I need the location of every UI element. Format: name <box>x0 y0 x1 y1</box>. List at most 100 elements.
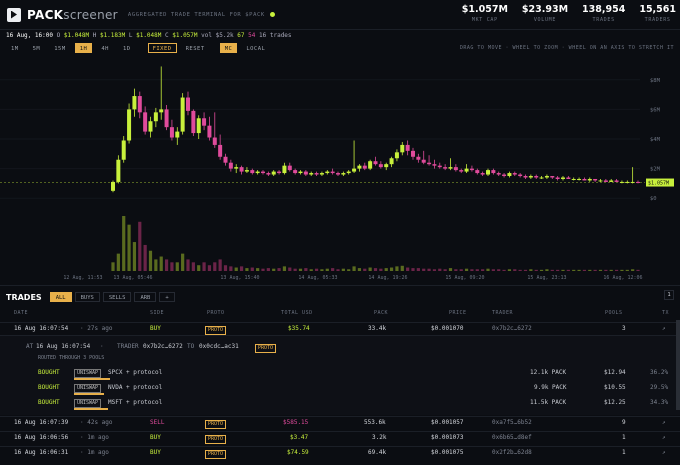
volume-bar <box>148 250 153 271</box>
candle-body <box>411 150 415 157</box>
table-header: DATE SIDE PROTO TOTAL USD PACK PRICE TRA… <box>14 310 670 316</box>
interval-4h-button[interactable]: 4H <box>96 43 114 53</box>
volume-bar <box>572 269 576 271</box>
ohlc-readout: 16 Aug, 16:00 O $1.048M H $1.183M L $1.0… <box>6 32 292 39</box>
volume-bar <box>363 268 367 271</box>
candle-body <box>341 173 346 175</box>
candle-body <box>373 161 378 165</box>
candle-body <box>593 178 598 181</box>
table-row[interactable]: 16 Aug 16:07:39 · 42s ago SELL PROTO $585… <box>0 416 680 429</box>
reset-button[interactable]: RESET <box>181 43 210 53</box>
candle-body <box>437 165 442 168</box>
tab-buys[interactable]: BUYS <box>74 292 100 302</box>
y-tick-label: $4M <box>650 137 661 143</box>
volume-bar <box>341 268 345 271</box>
interval-1m-button[interactable]: 1M <box>6 43 24 53</box>
candle-body <box>453 167 458 171</box>
tab-all[interactable]: ALL <box>49 292 72 302</box>
candle-body <box>309 173 314 175</box>
volume-bar <box>282 266 287 271</box>
x-tick-label: 14 Aug, 19:26 <box>368 275 407 281</box>
candle-body <box>207 125 212 138</box>
volume-bar <box>164 259 169 271</box>
candle-body <box>175 131 180 138</box>
proto-badge: PROTO <box>205 450 227 459</box>
volume-bar <box>159 256 163 271</box>
table-row[interactable]: 16 Aug 16:06:31 · 1m ago BUY PROTO $74.59… <box>0 446 680 459</box>
candle-body <box>512 173 517 175</box>
candle-body <box>566 177 571 179</box>
stat-traders: 15,561 TRADERS <box>639 4 676 23</box>
interval-15m-button[interactable]: 15M <box>49 43 70 53</box>
volume-bar <box>213 262 217 271</box>
volume-bar <box>481 269 485 271</box>
volume-bar <box>127 224 131 271</box>
volume-bar <box>502 269 506 271</box>
volume-bar <box>416 268 420 271</box>
tab-arb[interactable]: ARB <box>134 292 157 302</box>
volume-bar <box>577 269 581 271</box>
volume-bar <box>170 262 174 271</box>
interval-1h-button[interactable]: 1H <box>74 43 93 53</box>
candle-body <box>314 173 319 175</box>
brand[interactable]: PACKscreener <box>27 8 118 22</box>
candle-body <box>448 167 453 169</box>
candle-body <box>298 171 303 174</box>
trades-header: TRADES ALL BUYS SELLS ARB + 1 <box>0 290 680 304</box>
tab-sells[interactable]: SELLS <box>102 292 132 302</box>
candle-body <box>218 144 223 157</box>
volume-bar <box>566 269 570 271</box>
proto-badge: PROTO <box>205 435 227 444</box>
volume-bar <box>593 269 597 271</box>
mc-toggle[interactable]: MC <box>219 43 238 53</box>
candle-body <box>603 180 608 182</box>
candle-body <box>464 168 469 172</box>
tx-link-icon: ↗ <box>662 434 666 441</box>
volume-bar <box>620 269 624 271</box>
candle-body <box>561 177 565 179</box>
interval-1d-button[interactable]: 1D <box>118 43 136 53</box>
table-row[interactable]: 16 Aug 16:06:56 · 1m ago BUY PROTO $3.47 … <box>0 431 680 444</box>
add-tab-button[interactable]: + <box>159 292 175 302</box>
candle-body <box>528 176 533 178</box>
candle-body <box>555 177 560 179</box>
volume-bar <box>352 266 356 271</box>
candle-body <box>250 170 255 174</box>
volume-bar <box>229 266 233 271</box>
candle-body <box>571 178 576 180</box>
candle-body <box>293 170 298 174</box>
fixed-button[interactable]: FIXED <box>147 43 177 53</box>
volume-bar <box>518 269 522 271</box>
volume-bar <box>368 267 372 271</box>
volume-bar <box>464 268 469 271</box>
divider <box>0 285 680 286</box>
candle-body <box>469 168 474 171</box>
candle-body <box>277 171 282 174</box>
candle-body <box>261 171 265 174</box>
volume-bar <box>529 269 533 271</box>
candle-body <box>116 159 121 182</box>
x-tick-label: 12 Aug, 11:53 <box>63 275 102 281</box>
candle-body <box>325 171 330 174</box>
local-toggle[interactable]: LOCAL <box>241 43 270 53</box>
volume-bar <box>143 244 147 271</box>
page-indicator[interactable]: 1 <box>664 290 674 300</box>
scrollbar[interactable] <box>676 320 680 410</box>
table-row[interactable]: 16 Aug 16:07:54 · 27s ago BUY PROTO $35.7… <box>0 322 680 335</box>
volume-bar <box>331 268 335 271</box>
volume-bar <box>395 266 399 271</box>
candle-body <box>271 171 276 175</box>
volume-bar <box>132 242 137 271</box>
volume-bar <box>239 266 244 271</box>
candle-body <box>191 110 196 134</box>
interval-5m-button[interactable]: 5M <box>28 43 46 53</box>
candle-body <box>169 127 174 138</box>
candle-body <box>636 181 640 183</box>
volume-bar <box>539 269 544 271</box>
candle-body <box>180 97 185 132</box>
volume-bar <box>604 269 608 271</box>
price-chart[interactable]: $8M $6M $4M $2M $0 $1.057M 12 Aug, 11:53 13 Aug… <box>0 56 680 284</box>
candle-body <box>357 165 362 169</box>
volume-bar <box>154 259 158 271</box>
x-tick-label: 13 Aug, 05:46 <box>113 275 152 281</box>
